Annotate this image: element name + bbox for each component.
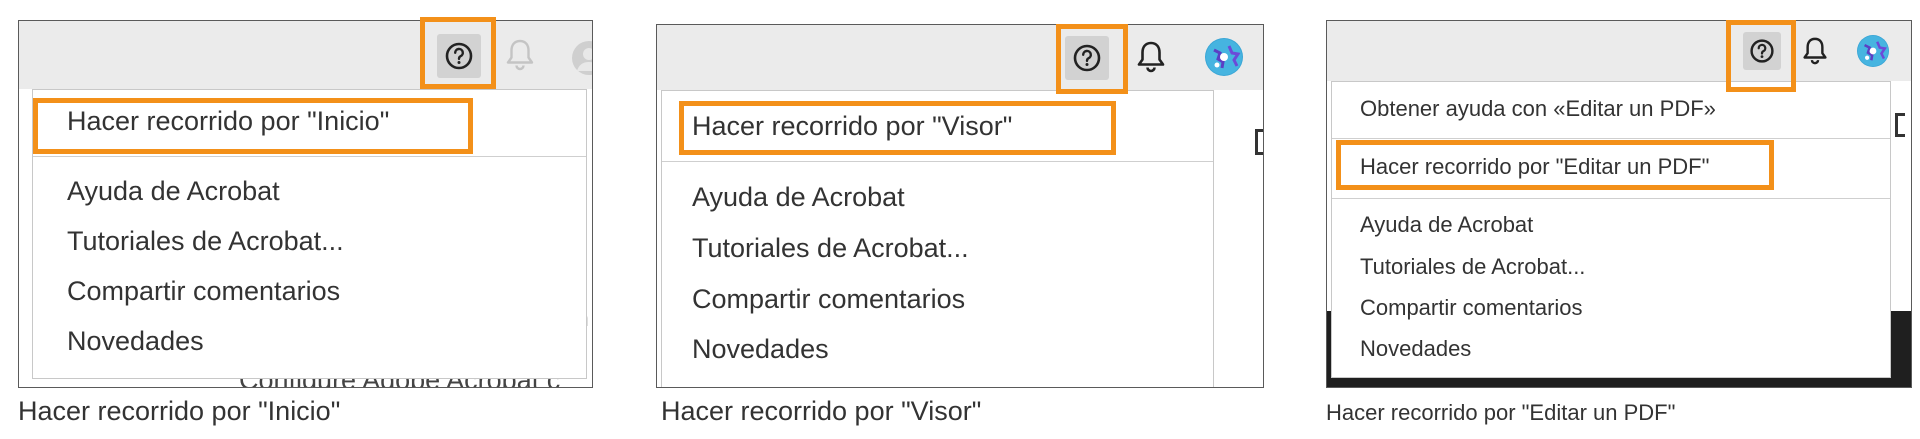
bell-icon — [1137, 41, 1165, 73]
avatar-icon — [1857, 35, 1889, 67]
bell-icon — [506, 39, 534, 71]
help-menu: Hacer recorrido por "Visor" Ayuda de Acr… — [661, 90, 1214, 387]
menu-item-acrobat-help[interactable]: Ayuda de Acrobat — [1360, 212, 1890, 238]
toolbar — [657, 25, 1263, 90]
panel-inicio: n Configure Adobe Acrobat c Hacer recorr… — [18, 20, 593, 388]
menu-separator — [33, 156, 586, 157]
menu-separator — [1332, 198, 1890, 199]
menu-item-get-help[interactable]: Obtener ayuda con «Editar un PDF» — [1360, 96, 1890, 122]
menu-item-whats-new[interactable]: Novedades — [67, 326, 586, 357]
menu-item-tutorials[interactable]: Tutoriales de Acrobat... — [67, 226, 586, 257]
avatar-button[interactable] — [1857, 35, 1889, 67]
caption-panel-1: Hacer recorrido por "Inicio" — [18, 396, 341, 426]
panel-visor: Hacer recorrido por "Visor" Ayuda de Acr… — [656, 24, 1264, 388]
help-circle-icon — [1073, 44, 1101, 72]
menu-item-acrobat-help[interactable]: Ayuda de Acrobat — [67, 176, 586, 207]
menu-item-feedback[interactable]: Compartir comentarios — [67, 276, 586, 307]
help-circle-icon — [445, 42, 473, 70]
bell-icon — [1803, 37, 1827, 65]
avatar-button[interactable] — [1205, 38, 1243, 76]
help-button[interactable] — [1065, 36, 1109, 80]
avatar-icon — [577, 48, 592, 71]
notifications-button[interactable] — [1133, 37, 1169, 77]
help-circle-icon — [1750, 39, 1774, 63]
menu-item-tour[interactable]: Hacer recorrido por "Inicio" — [67, 106, 586, 137]
menu-item-whats-new[interactable]: Novedades — [692, 334, 1213, 365]
menu-item-whats-new[interactable]: Novedades — [1360, 336, 1890, 362]
menu-item-tour[interactable]: Hacer recorrido por "Editar un PDF" — [1360, 154, 1890, 180]
notifications-button[interactable] — [502, 35, 538, 75]
help-button[interactable] — [437, 34, 481, 78]
notifications-button[interactable] — [1799, 33, 1831, 69]
background-edge-icon — [1895, 113, 1905, 137]
avatar-button[interactable] — [572, 41, 592, 75]
help-button[interactable] — [1743, 32, 1781, 70]
avatar-icon — [1206, 39, 1242, 75]
background-edge-icon — [1255, 129, 1263, 155]
help-menu: Obtener ayuda con «Editar un PDF» Hacer … — [1331, 81, 1891, 378]
menu-item-acrobat-help[interactable]: Ayuda de Acrobat — [692, 182, 1213, 213]
menu-separator — [662, 161, 1213, 162]
menu-item-feedback[interactable]: Compartir comentarios — [1360, 295, 1890, 321]
menu-item-tour[interactable]: Hacer recorrido por "Visor" — [692, 111, 1213, 142]
menu-item-feedback[interactable]: Compartir comentarios — [692, 284, 1213, 315]
menu-item-tutorials[interactable]: Tutoriales de Acrobat... — [1360, 254, 1890, 280]
menu-item-tutorials[interactable]: Tutoriales de Acrobat... — [692, 233, 1213, 264]
menu-separator — [1332, 138, 1890, 139]
help-menu: Hacer recorrido por "Inicio" Ayuda de Ac… — [32, 89, 587, 379]
caption-panel-3: Hacer recorrido por "Editar un PDF" — [1326, 400, 1676, 425]
panel-editar-pdf: Obtener ayuda con «Editar un PDF» Hacer … — [1326, 20, 1912, 388]
caption-panel-2: Hacer recorrido por "Visor" — [661, 396, 982, 426]
